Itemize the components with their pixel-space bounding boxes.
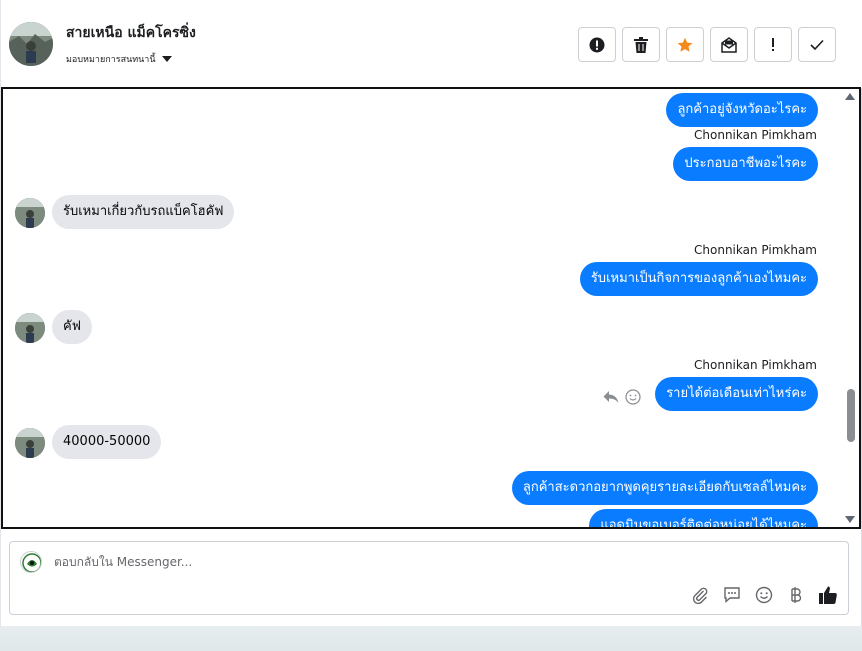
contact-avatar-small bbox=[15, 198, 45, 228]
star-icon bbox=[677, 37, 693, 52]
message-bubble-outgoing[interactable]: ลูกค้าสะดวกอยากพูดคุยรายละเอียดกับเซลล์ไ… bbox=[511, 471, 818, 505]
contact-avatar-small bbox=[15, 428, 45, 458]
scroll-up-arrow-icon[interactable] bbox=[845, 93, 855, 100]
message-bubble-outgoing[interactable]: ประกอบอาชีพอะไรคะ bbox=[673, 147, 818, 181]
check-icon bbox=[810, 39, 824, 50]
emoji-react-icon[interactable] bbox=[625, 389, 641, 405]
reply-composer bbox=[9, 541, 849, 615]
report-spam-button[interactable] bbox=[578, 27, 616, 62]
thumbs-up-icon[interactable] bbox=[818, 585, 838, 605]
reply-input[interactable] bbox=[54, 555, 654, 569]
page-background-strip bbox=[0, 626, 862, 651]
composer-actions bbox=[690, 585, 838, 605]
mark-unread-button[interactable] bbox=[710, 27, 748, 62]
envelope-icon bbox=[721, 36, 737, 53]
priority-button[interactable] bbox=[754, 27, 792, 62]
conversation-header: สายเหนือ แม็คโครซิ่ง มอบหมายการสนทนานี้ bbox=[1, 0, 862, 88]
message-hover-actions bbox=[603, 389, 641, 405]
attachment-icon[interactable] bbox=[690, 585, 710, 605]
message-bubble-incoming[interactable]: คัฟ bbox=[52, 310, 92, 344]
scrollbar-thumb[interactable] bbox=[847, 389, 855, 442]
message-bubble-incoming[interactable]: รับเหมาเกี่ยวกับรถแบ็คโฮคัฟ bbox=[52, 195, 235, 229]
baht-payment-icon[interactable] bbox=[786, 585, 806, 605]
sender-name: Chonnikan Pimkham bbox=[694, 358, 817, 372]
message-bubble-outgoing[interactable]: แอดมินขอเบอร์ติดต่อหน่อยได้ไหมคะ bbox=[589, 509, 818, 527]
exclamation-icon bbox=[772, 37, 774, 51]
contact-name[interactable]: สายเหนือ แม็คโครซิ่ง bbox=[66, 22, 196, 44]
caret-down-icon bbox=[161, 56, 172, 62]
message-bubble-outgoing[interactable]: ลูกค้าอยู่จังหวัดอะไรคะ bbox=[666, 93, 818, 127]
conversation-window: สายเหนือ แม็คโครซิ่ง มอบหมายการสนทนานี้ bbox=[0, 0, 862, 626]
message-bubble-outgoing[interactable]: รายได้ต่อเดือนเท่าไหร่คะ bbox=[655, 377, 818, 411]
star-button[interactable] bbox=[666, 27, 704, 62]
contact-avatar-small bbox=[15, 313, 45, 343]
message-bubble-incoming[interactable]: 40000-50000 bbox=[52, 425, 162, 459]
scroll-down-arrow-icon[interactable] bbox=[845, 516, 855, 523]
alert-circle-icon bbox=[589, 37, 605, 52]
conversation-toolbar bbox=[578, 27, 836, 62]
page-avatar bbox=[20, 551, 42, 573]
trash-icon bbox=[634, 36, 648, 53]
message-bubble-outgoing[interactable]: รับเหมาเป็นกิจการของลูกค้าเองไหมคะ bbox=[579, 262, 818, 296]
mark-done-button[interactable] bbox=[798, 27, 836, 62]
sender-name: Chonnikan Pimkham bbox=[694, 243, 817, 257]
message-thread[interactable]: ลูกค้าอยู่จังหวัดอะไรคะ Chonnikan Pimkha… bbox=[1, 87, 861, 529]
reply-icon[interactable] bbox=[603, 390, 619, 404]
delete-button[interactable] bbox=[622, 27, 660, 62]
sender-name: Chonnikan Pimkham bbox=[694, 128, 817, 142]
assign-label: มอบหมายการสนทนานี้ bbox=[66, 55, 156, 65]
assign-conversation-dropdown[interactable]: มอบหมายการสนทนานี้ bbox=[66, 52, 172, 66]
contact-avatar[interactable] bbox=[9, 22, 53, 66]
emoji-icon[interactable] bbox=[754, 585, 774, 605]
saved-reply-icon[interactable] bbox=[722, 585, 742, 605]
scrollbar[interactable] bbox=[844, 89, 858, 527]
